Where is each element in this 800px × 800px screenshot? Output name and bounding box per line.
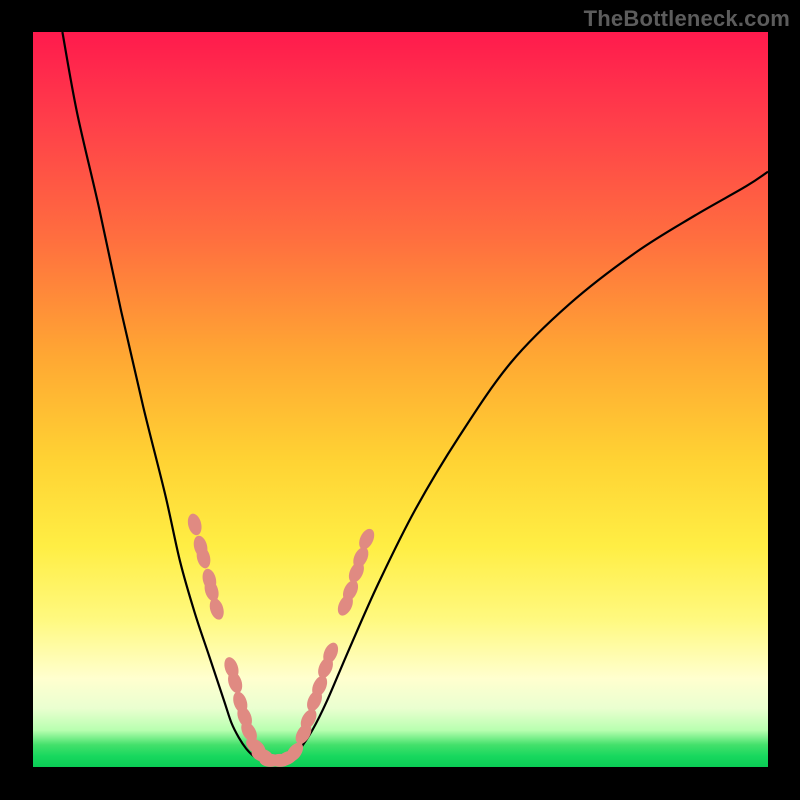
plot-area [33,32,768,767]
data-bead [207,597,226,622]
bottleneck-curve [62,32,768,763]
outer-frame: TheBottleneck.com [0,0,800,800]
data-bead [356,526,377,551]
chart-svg [33,32,768,767]
curves-group [62,32,768,763]
beads-group [186,512,378,767]
watermark-text: TheBottleneck.com [584,6,790,32]
data-bead [186,512,204,536]
